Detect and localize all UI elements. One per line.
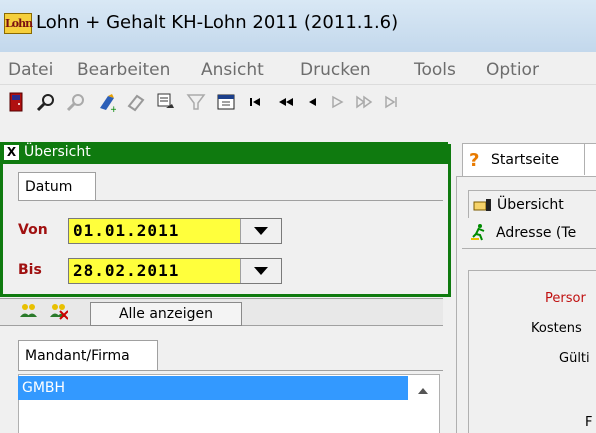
form-label-gueltig: Gülti [559,351,590,366]
menu-bearbeiten[interactable]: Bearbeiten [77,60,170,80]
menu-ansicht[interactable]: Ansicht [201,60,264,80]
tab-datum[interactable]: Datum [18,172,96,201]
tab-divider [584,143,585,175]
tab-divider [18,200,443,201]
hand-pointer-icon [473,199,491,211]
filter-icon[interactable] [186,92,206,112]
form-label-personal: Persor [545,291,586,306]
calendar-icon[interactable] [216,92,236,112]
help-question-icon: ? [469,150,480,171]
menu-drucken[interactable]: Drucken [300,60,371,80]
window-title: Lohn + Gehalt KH-Lohn 2011 (2011.1.6) [36,12,399,33]
close-icon[interactable]: X [4,145,19,160]
overview-header: X Übersicht [0,142,448,164]
form-label-f: F [585,415,593,430]
eraser-icon[interactable] [126,92,146,112]
title-bar: Lohn Lohn + Gehalt KH-Lohn 2011 (2011.1.… [0,0,596,52]
form-area: Persor Kostens Gülti F [468,270,596,433]
app-logo: Lohn [4,13,33,34]
list-item[interactable]: GMBH [18,376,408,400]
von-label: Von [18,222,48,238]
bis-date-value: 28.02.2011 [73,261,180,280]
users-icon[interactable] [18,301,38,321]
tab-uebersicht-label: Übersicht [497,197,564,213]
toolbar: + [0,86,596,116]
tab-startseite[interactable]: ? Startseite [462,143,596,176]
address-label: Adresse (Te [496,225,577,241]
first-record-icon[interactable] [246,92,266,112]
tab-startseite-label: Startseite [491,152,560,168]
form-label-kostenstelle: Kostens [531,321,582,336]
von-date-value: 01.01.2011 [73,221,180,240]
running-person-icon [470,223,488,245]
next-page-icon[interactable] [354,92,374,112]
menu-datei[interactable]: Datei [8,60,53,80]
address-row[interactable]: Adresse (Te [462,218,596,249]
chevron-down-icon[interactable] [240,259,281,283]
menu-bar: Datei Bearbeiten Ansicht Drucken Tools O… [0,56,596,85]
von-date-field[interactable]: 01.01.2011 [68,218,282,244]
last-record-icon[interactable] [382,92,402,112]
show-all-button[interactable]: Alle anzeigen [90,302,242,326]
menu-optionen[interactable]: Optior [486,60,539,80]
print-preview-icon[interactable] [156,92,176,112]
bis-label: Bis [18,262,42,278]
chevron-down-icon[interactable] [240,219,281,243]
users-remove-icon[interactable] [48,301,68,321]
scroll-up-icon[interactable] [410,376,436,432]
magic-wand-icon[interactable]: + [96,92,116,112]
menu-tools[interactable]: Tools [414,60,456,80]
next-record-icon[interactable] [328,92,348,112]
search-icon[interactable] [36,92,56,112]
previous-record-icon[interactable] [302,92,322,112]
tab-mandant-firma[interactable]: Mandant/Firma [18,340,158,371]
svg-text:+: + [110,105,116,112]
overview-title: Übersicht [24,144,91,160]
exit-door-icon[interactable] [6,92,26,112]
search-disabled-icon[interactable] [66,92,86,112]
tab-uebersicht[interactable]: Übersicht [468,190,596,220]
tab-divider [18,370,443,371]
previous-page-icon[interactable] [276,92,296,112]
bis-date-field[interactable]: 28.02.2011 [68,258,282,284]
